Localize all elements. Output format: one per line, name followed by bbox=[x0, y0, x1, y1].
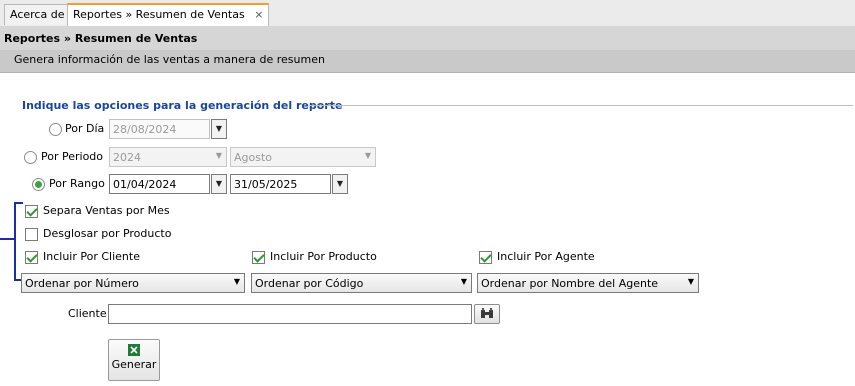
por-rango-to-dropdown[interactable]: ▼ bbox=[332, 174, 348, 194]
por-periodo-month-select[interactable]: Agosto ▼ bbox=[230, 147, 376, 167]
order-agente-value: Ordenar por Nombre del Agente bbox=[481, 277, 659, 290]
por-rango-radio[interactable] bbox=[32, 178, 45, 191]
incluir-agente-label: Incluir Por Agente bbox=[497, 250, 595, 263]
tab-acerca-de[interactable]: Acerca de bbox=[4, 4, 71, 25]
chevron-down-icon: ▼ bbox=[215, 179, 223, 188]
page-subtitle-bar: Genera información de las ventas a maner… bbox=[0, 50, 855, 72]
order-producto-value: Ordenar por Código bbox=[255, 277, 364, 290]
binoculars-icon bbox=[481, 308, 493, 318]
cliente-label: Cliente bbox=[68, 307, 107, 320]
order-producto-select[interactable]: Ordenar por Código ▼ bbox=[251, 273, 472, 293]
chevron-down-icon: ▼ bbox=[336, 179, 344, 188]
incluir-cliente-checkbox[interactable] bbox=[25, 251, 38, 264]
group-divider bbox=[310, 105, 853, 106]
chevron-down-icon: ▼ bbox=[364, 151, 371, 160]
incluir-agente-checkbox[interactable] bbox=[479, 251, 492, 264]
generar-button[interactable]: Generar bbox=[108, 339, 160, 381]
por-rango-from-dropdown[interactable]: ▼ bbox=[211, 174, 227, 194]
separa-mes-checkbox[interactable] bbox=[25, 205, 38, 218]
chevron-down-icon: ▼ bbox=[233, 277, 240, 286]
tab-label: Acerca de bbox=[10, 8, 65, 21]
cliente-lookup-button[interactable] bbox=[474, 304, 500, 324]
generar-label: Generar bbox=[111, 358, 157, 371]
por-periodo-label: Por Periodo bbox=[41, 150, 104, 163]
por-dia-label: Por Día bbox=[65, 122, 105, 135]
order-cliente-select[interactable]: Ordenar por Número ▼ bbox=[21, 273, 245, 293]
por-dia-date-dropdown[interactable]: ▼ bbox=[211, 119, 227, 139]
chevron-down-icon: ▼ bbox=[215, 151, 222, 160]
por-periodo-radio[interactable] bbox=[24, 151, 37, 164]
por-rango-to-input[interactable]: 31/05/2025 bbox=[230, 174, 331, 194]
tab-strip: Acerca de Reportes » Resumen de Ventas × bbox=[0, 0, 855, 27]
por-periodo-year-select[interactable]: 2024 ▼ bbox=[109, 147, 227, 167]
incluir-cliente-label: Incluir Por Cliente bbox=[43, 250, 140, 263]
annotation-bracket-tick bbox=[0, 238, 14, 240]
tab-label: Reportes » Resumen de Ventas bbox=[73, 8, 245, 21]
page-title: Reportes » Resumen de Ventas bbox=[4, 32, 198, 45]
page-header: Reportes » Resumen de Ventas Genera info… bbox=[0, 26, 855, 73]
year-value: 2024 bbox=[113, 151, 141, 164]
options-group-label: Indique las opciones para la generación … bbox=[22, 99, 343, 112]
desglosar-label: Desglosar por Producto bbox=[43, 227, 172, 240]
close-icon[interactable]: × bbox=[254, 8, 263, 21]
por-dia-date-input[interactable]: 28/08/2024 bbox=[109, 119, 210, 139]
cliente-input[interactable] bbox=[108, 304, 472, 324]
por-rango-from-input[interactable]: 01/04/2024 bbox=[109, 174, 210, 194]
annotation-bracket bbox=[14, 202, 23, 281]
tab-resumen-ventas[interactable]: Reportes » Resumen de Ventas × bbox=[67, 3, 270, 26]
por-dia-radio[interactable] bbox=[49, 123, 62, 136]
page-subtitle: Genera información de las ventas a maner… bbox=[14, 53, 325, 66]
chevron-down-icon: ▼ bbox=[460, 277, 467, 286]
month-value: Agosto bbox=[234, 151, 273, 164]
order-cliente-value: Ordenar por Número bbox=[25, 277, 139, 290]
separa-mes-label: Separa Ventas por Mes bbox=[43, 204, 170, 217]
chevron-down-icon: ▼ bbox=[215, 124, 223, 133]
excel-icon bbox=[128, 344, 140, 356]
por-rango-label: Por Rango bbox=[49, 177, 105, 190]
chevron-down-icon: ▼ bbox=[687, 277, 694, 286]
incluir-producto-label: Incluir Por Producto bbox=[270, 250, 377, 263]
order-agente-select[interactable]: Ordenar por Nombre del Agente ▼ bbox=[477, 273, 699, 293]
desglosar-checkbox[interactable] bbox=[25, 228, 38, 241]
incluir-producto-checkbox[interactable] bbox=[252, 251, 265, 264]
